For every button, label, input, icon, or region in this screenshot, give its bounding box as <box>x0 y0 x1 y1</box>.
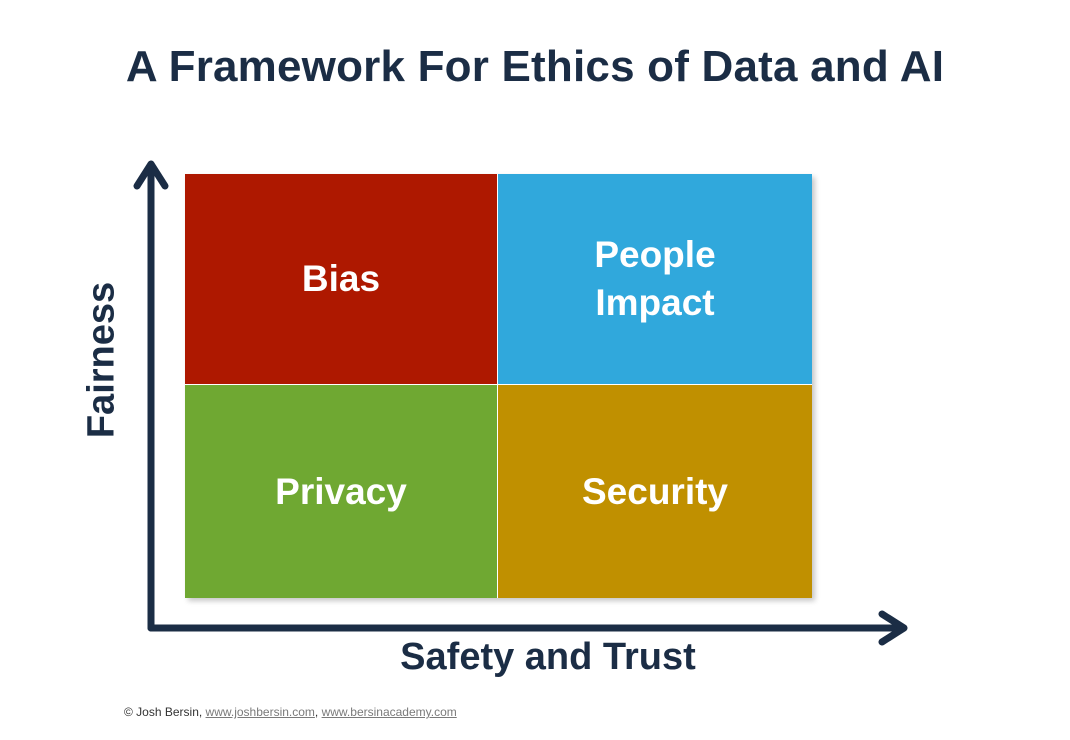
quadrant-people-impact: People Impact <box>498 174 812 385</box>
copyright-text: © Josh Bersin, <box>124 705 206 719</box>
quadrant-bias: Bias <box>185 174 498 385</box>
quadrant-bias-label: Bias <box>301 258 381 299</box>
y-axis-label: Fairness <box>80 281 123 439</box>
x-axis-label: Safety and Trust <box>400 636 696 678</box>
footer-credit: © Josh Bersin, www.joshbersin.com, www.b… <box>124 705 457 719</box>
quadrant-people-impact-label: People Impact <box>594 234 716 323</box>
quadrant-security: Security <box>498 385 812 598</box>
quadrant-security-label: Security <box>581 470 728 512</box>
quadrant-privacy: Privacy <box>185 385 498 598</box>
link-separator: , <box>314 705 322 719</box>
quadrant-privacy-label: Privacy <box>275 470 407 512</box>
bersinacademy-link[interactable]: www.bersinacademy.com <box>322 705 457 719</box>
quadrant-grid: Bias People Impact Privacy Security <box>185 174 812 598</box>
joshbersin-link[interactable]: www.joshbersin.com <box>206 705 315 719</box>
framework-slide: A Framework For Ethics of Data and AI Bi… <box>0 0 1070 740</box>
